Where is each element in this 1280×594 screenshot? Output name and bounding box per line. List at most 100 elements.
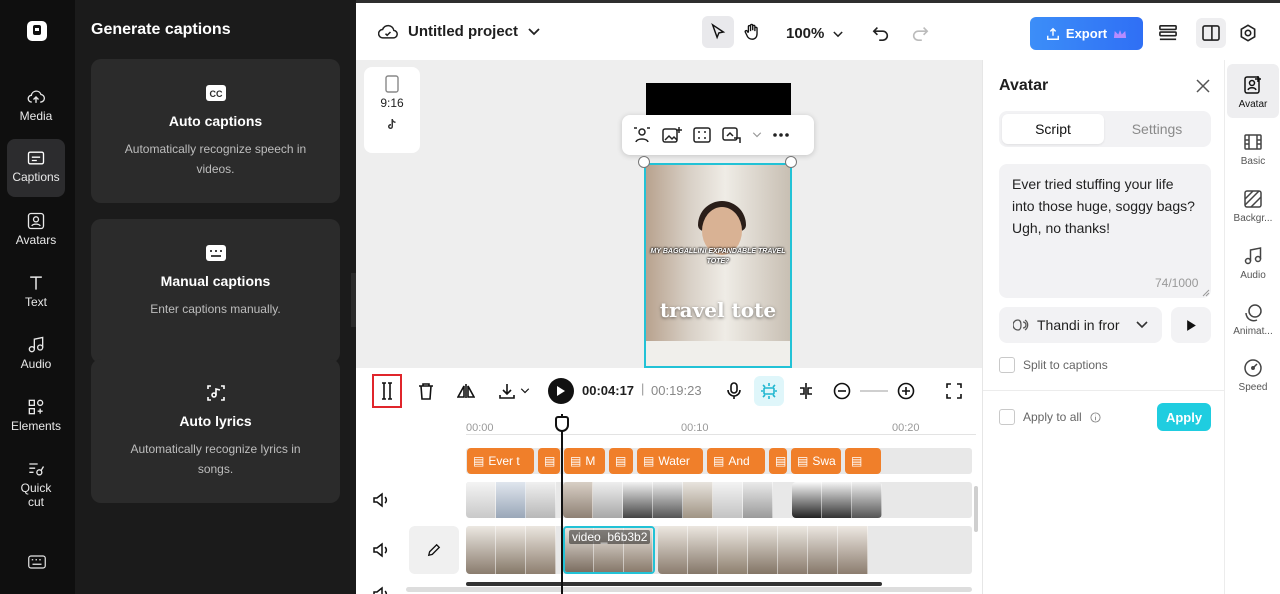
- keyboard-icon[interactable]: [28, 554, 46, 570]
- ruler-line: [466, 434, 976, 435]
- flip-icon: [457, 384, 475, 398]
- resize-handle[interactable]: [785, 156, 797, 168]
- tab-settings[interactable]: Settings: [1106, 114, 1208, 144]
- video-clip[interactable]: [658, 526, 883, 574]
- rail-tab-avatar[interactable]: Avatar: [1227, 64, 1279, 118]
- edit-cover-button[interactable]: [409, 526, 459, 574]
- caption-clip-text: Water: [658, 454, 690, 468]
- zoom-slider[interactable]: [860, 390, 888, 392]
- tab-script[interactable]: Script: [1002, 114, 1104, 144]
- speaker-icon[interactable]: [372, 541, 390, 559]
- caption-clip-text: Swa: [812, 454, 836, 468]
- video-preview[interactable]: MY BAGGALLINI EXPANDABLE TRAVEL TOTE? tr…: [644, 163, 792, 368]
- rail-item-captions[interactable]: Captions: [7, 139, 65, 197]
- zoom-in-button[interactable]: [891, 376, 921, 406]
- rail-item-avatars[interactable]: Avatars: [7, 202, 65, 260]
- split-align-button[interactable]: [791, 376, 821, 406]
- caption-clip[interactable]: ▤ Swa: [791, 448, 841, 474]
- rail-tab-audio[interactable]: Audio: [1227, 235, 1279, 289]
- overlay-clip[interactable]: [563, 482, 788, 518]
- download-button[interactable]: [492, 376, 536, 406]
- rail-item-text[interactable]: Text: [7, 264, 65, 322]
- add-image-icon[interactable]: [662, 126, 682, 144]
- zoom-out-button[interactable]: [827, 376, 857, 406]
- auto-lyrics-card[interactable]: Auto lyrics Automatically recognize lyri…: [91, 359, 340, 503]
- avatar-swap-icon[interactable]: [632, 126, 652, 144]
- overlay-clip[interactable]: [466, 482, 559, 518]
- flip-button[interactable]: [451, 376, 481, 406]
- project-name: Untitled project: [408, 23, 519, 40]
- manual-captions-card[interactable]: Manual captions Enter captions manually.: [91, 219, 340, 363]
- resize-handle[interactable]: [638, 156, 650, 168]
- layers-button[interactable]: [1155, 20, 1181, 46]
- phone-icon: [385, 75, 399, 93]
- horizontal-scrollbar[interactable]: [406, 587, 972, 592]
- play-button[interactable]: [548, 378, 574, 404]
- redo-button[interactable]: [907, 20, 933, 46]
- caption-clip[interactable]: ▤: [769, 448, 787, 474]
- caption-clip[interactable]: ▤ Water: [637, 448, 703, 474]
- resize-grip-icon[interactable]: [1202, 289, 1210, 297]
- video-clip[interactable]: [466, 526, 559, 574]
- select-tool-button[interactable]: [702, 16, 734, 48]
- export-button[interactable]: Export: [1030, 17, 1143, 50]
- rail-tab-basic[interactable]: Basic: [1227, 121, 1279, 175]
- more-icon[interactable]: [772, 132, 790, 138]
- rail-tab-speed[interactable]: Speed: [1227, 347, 1279, 401]
- rail-tab-label: Avatar: [1238, 99, 1268, 110]
- split-button[interactable]: [372, 374, 402, 408]
- chevron-down-icon[interactable]: [752, 132, 762, 138]
- rail-item-quick-cut[interactable]: Quick cut: [7, 450, 65, 516]
- crop-frame-icon[interactable]: [692, 126, 712, 144]
- caption-clip[interactable]: ▤: [845, 448, 881, 474]
- vertical-scrollbar[interactable]: [974, 486, 978, 532]
- close-icon[interactable]: [1195, 78, 1211, 94]
- video-bottom: [646, 341, 790, 366]
- music-icon: [28, 336, 44, 353]
- info-icon[interactable]: [1090, 411, 1101, 423]
- audio-track[interactable]: [466, 582, 882, 586]
- rail-tab-background[interactable]: Backgr...: [1227, 178, 1279, 232]
- caption-clip[interactable]: ▤ M: [564, 448, 605, 474]
- layers-icon: [1159, 24, 1177, 41]
- speaker-icon[interactable]: [372, 585, 390, 594]
- auto-snap-button[interactable]: [754, 376, 784, 406]
- caption-clip[interactable]: ▤ Ever t: [467, 448, 534, 474]
- chevron-down-icon: [528, 27, 540, 35]
- rail-label: Text: [24, 295, 47, 309]
- caption-clip[interactable]: ▤: [538, 448, 560, 474]
- project-title[interactable]: Untitled project: [378, 23, 540, 40]
- captions-panel: Generate captions CC Auto captions Autom…: [75, 0, 356, 594]
- split-captions-checkbox[interactable]: [999, 357, 1015, 373]
- voice-preview-button[interactable]: [1171, 307, 1211, 343]
- app-logo-icon[interactable]: [25, 19, 49, 43]
- quick-cut-icon: [29, 463, 45, 476]
- apply-all-checkbox[interactable]: [999, 409, 1015, 425]
- undo-button[interactable]: [868, 20, 894, 46]
- redo-icon: [912, 27, 929, 41]
- caption-clip[interactable]: ▤ And: [707, 448, 765, 474]
- replace-media-icon[interactable]: [722, 126, 742, 144]
- overlay-clip[interactable]: [792, 482, 882, 518]
- settings-button[interactable]: [1235, 20, 1261, 46]
- layout-button[interactable]: [1196, 18, 1226, 48]
- avatar-panel: Avatar Script Settings Ever tried stuffi…: [982, 60, 1225, 594]
- aspect-ratio-card[interactable]: 9:16: [364, 67, 420, 153]
- record-voice-button[interactable]: [719, 376, 749, 406]
- caption-clip[interactable]: ▤: [609, 448, 633, 474]
- speaker-icon[interactable]: [372, 491, 390, 509]
- fullscreen-button[interactable]: [939, 376, 969, 406]
- hand-tool-button[interactable]: [736, 16, 768, 48]
- zoom-select[interactable]: 100%: [786, 25, 843, 42]
- rail-item-audio[interactable]: Audio: [7, 326, 65, 384]
- card-title: Manual captions: [160, 273, 271, 289]
- rail-item-media[interactable]: Media: [7, 78, 65, 136]
- apply-button[interactable]: Apply: [1157, 403, 1211, 431]
- delete-button[interactable]: [411, 376, 441, 406]
- playhead-handle[interactable]: [555, 416, 569, 432]
- auto-captions-card[interactable]: CC Auto captions Automatically recognize…: [91, 59, 340, 203]
- trash-icon: [419, 383, 433, 400]
- voice-select[interactable]: Thandi in fror: [999, 307, 1162, 343]
- rail-tab-animation[interactable]: Animat...: [1227, 291, 1279, 345]
- rail-item-elements[interactable]: Elements: [7, 388, 65, 446]
